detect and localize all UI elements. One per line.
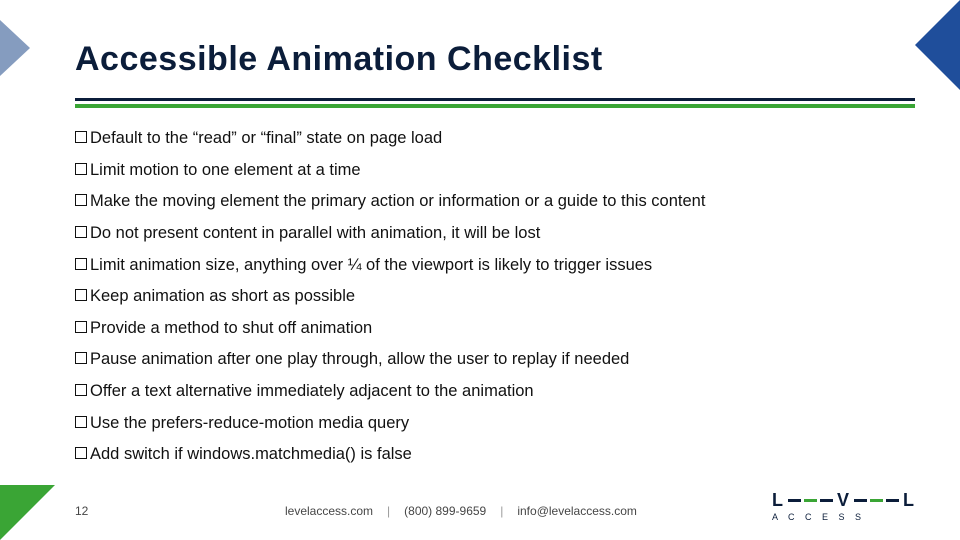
list-item: Keep animation as short as possible <box>75 286 915 307</box>
list-item-text: Add switch if windows.matchmedia() is fa… <box>90 444 412 465</box>
checkbox-icon <box>75 258 87 270</box>
list-item-text: Keep animation as short as possible <box>90 286 355 307</box>
list-item: Provide a method to shut off animation <box>75 318 915 339</box>
decor-triangle-left-icon <box>0 20 30 76</box>
bar-icon <box>886 499 899 503</box>
checkbox-icon <box>75 447 87 459</box>
list-item: Use the prefers-reduce-motion media quer… <box>75 413 915 434</box>
decor-triangle-right-icon <box>915 0 960 90</box>
bar-icon <box>788 499 801 503</box>
checkbox-icon <box>75 226 87 238</box>
decor-triangle-bottom-icon <box>0 485 55 540</box>
separator-icon: | <box>500 504 503 518</box>
bar-icon <box>870 499 883 503</box>
logo-letter: V <box>837 490 850 511</box>
checkbox-icon <box>75 194 87 206</box>
brand-logo: L V L A C C E S S <box>772 490 915 522</box>
list-item: Offer a text alternative immediately adj… <box>75 381 915 402</box>
list-item: Make the moving element the primary acti… <box>75 191 915 212</box>
slide: Accessible Animation Checklist Default t… <box>0 0 960 540</box>
rule-dark <box>75 98 915 101</box>
footer-site: levelaccess.com <box>285 504 373 518</box>
bar-icon <box>820 499 833 503</box>
checkbox-icon <box>75 416 87 428</box>
logo-letter: L <box>772 490 784 511</box>
list-item-text: Pause animation after one play through, … <box>90 349 629 370</box>
title-rule <box>75 98 915 108</box>
list-item-text: Make the moving element the primary acti… <box>90 191 705 212</box>
list-item: Add switch if windows.matchmedia() is fa… <box>75 444 915 465</box>
list-item-text: Default to the “read” or “final” state o… <box>90 128 442 149</box>
list-item: Do not present content in parallel with … <box>75 223 915 244</box>
list-item-text: Limit animation size, anything over ¼ of… <box>90 255 652 276</box>
bar-icon <box>804 499 817 503</box>
list-item: Default to the “read” or “final” state o… <box>75 128 915 149</box>
logo-letter: L <box>903 490 915 511</box>
footer-phone: (800) 899-9659 <box>404 504 486 518</box>
list-item-text: Use the prefers-reduce-motion media quer… <box>90 413 409 434</box>
list-item-text: Limit motion to one element at a time <box>90 160 361 181</box>
list-item: Limit motion to one element at a time <box>75 160 915 181</box>
checkbox-icon <box>75 131 87 143</box>
checkbox-icon <box>75 384 87 396</box>
logo-subtext: A C C E S S <box>772 512 865 522</box>
checkbox-icon <box>75 163 87 175</box>
list-item: Pause animation after one play through, … <box>75 349 915 370</box>
page-number: 12 <box>75 504 285 518</box>
page-title: Accessible Animation Checklist <box>75 40 900 79</box>
list-item-text: Do not present content in parallel with … <box>90 223 540 244</box>
logo-bars-icon <box>854 499 899 503</box>
checklist: Default to the “read” or “final” state o… <box>75 128 915 476</box>
checkbox-icon <box>75 352 87 364</box>
rule-green <box>75 104 915 108</box>
footer-center: levelaccess.com | (800) 899-9659 | info@… <box>285 504 637 518</box>
bar-icon <box>854 499 867 503</box>
list-item: Limit animation size, anything over ¼ of… <box>75 255 915 276</box>
list-item-text: Offer a text alternative immediately adj… <box>90 381 534 402</box>
logo-bars-icon <box>788 499 833 503</box>
logo-top-row: L V L <box>772 490 915 511</box>
checkbox-icon <box>75 289 87 301</box>
footer-email: info@levelaccess.com <box>517 504 637 518</box>
checkbox-icon <box>75 321 87 333</box>
footer: 12 levelaccess.com | (800) 899-9659 | in… <box>75 504 915 518</box>
list-item-text: Provide a method to shut off animation <box>90 318 372 339</box>
separator-icon: | <box>387 504 390 518</box>
